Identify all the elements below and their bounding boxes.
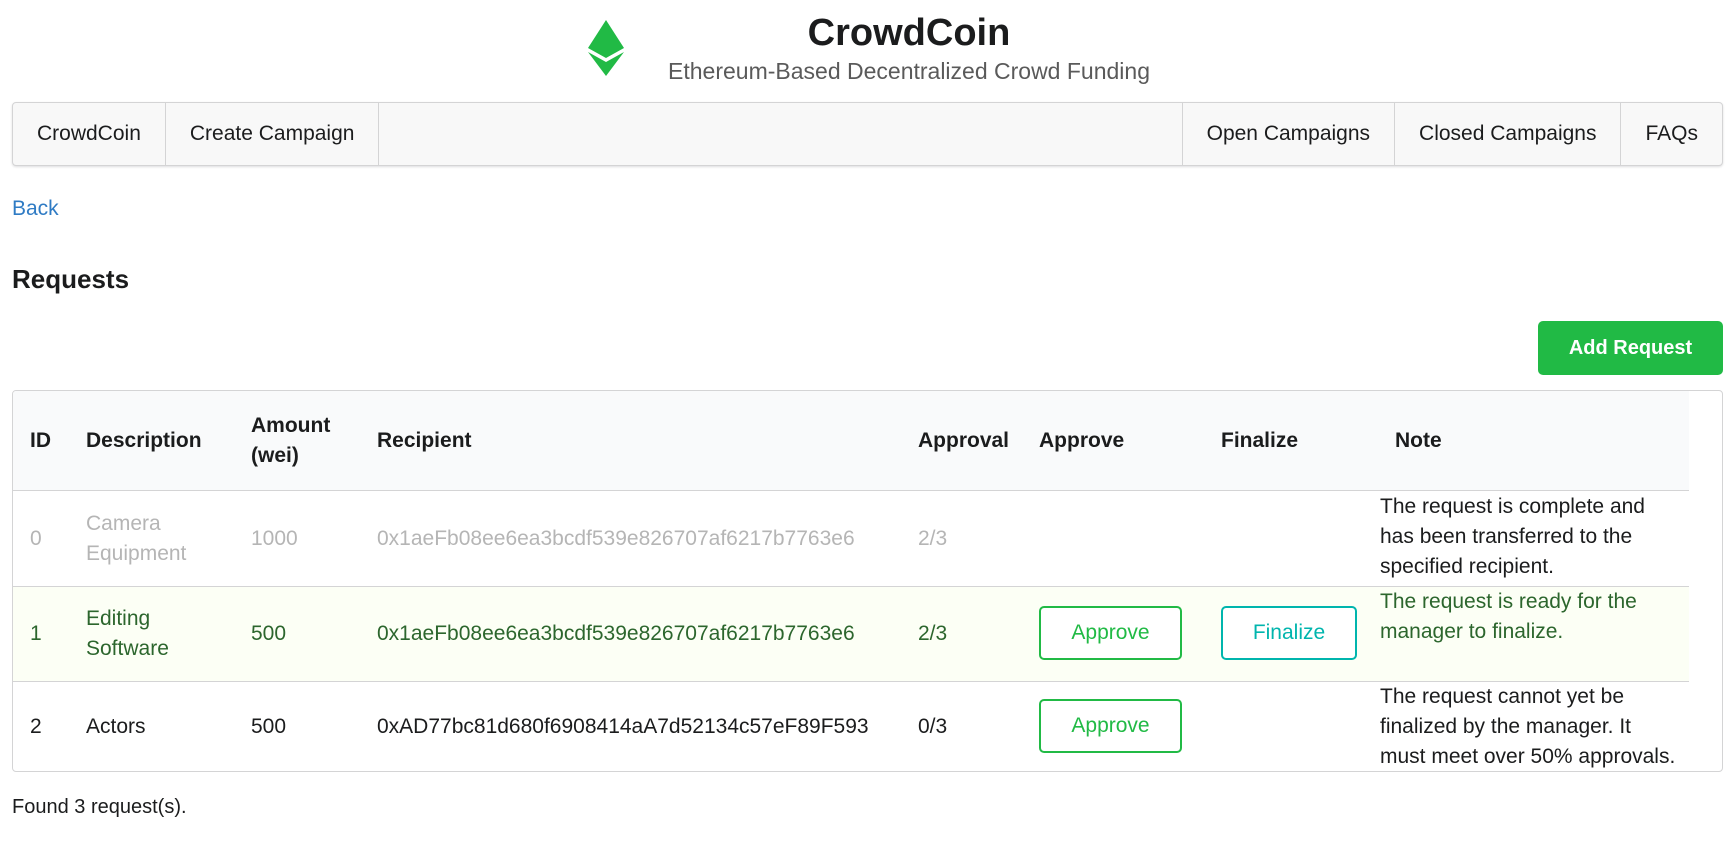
header-description: Description [86,429,202,452]
finalize-button[interactable]: Finalize [1221,606,1357,660]
page-title: Requests [12,264,130,294]
cell-id: 2 [30,715,42,738]
header-approval: Approval [918,429,1010,452]
table-header: ID Description Amount (wei) Recipient Ap… [13,391,1689,491]
table-row: 1 Editing Software 500 0x1aeFb08ee6ea3bc… [13,587,1689,682]
ethereum-logo-icon [588,20,624,76]
header-note: Note [1395,429,1442,452]
cell-description: Actors [86,715,146,738]
main-menu: CrowdCoin Create Campaign Open Campaigns… [12,102,1723,166]
header-recipient: Recipient [377,429,472,452]
cell-approval: 2/3 [918,622,948,645]
approve-button[interactable]: Approve [1039,606,1182,660]
nav-open-campaigns[interactable]: Open Campaigns [1183,103,1396,165]
nav-faqs[interactable]: FAQs [1621,103,1722,165]
brand-subtitle: Ethereum-Based Decentralized Crowd Fundi… [668,58,1150,84]
header-id: ID [30,429,51,452]
cell-amount: 1000 [251,527,298,550]
table-row: 2 Actors 500 0xAD77bc81d680f6908414aA7d5… [13,682,1689,771]
header-finalize: Finalize [1221,429,1299,452]
cell-note: The request is complete and has been tra… [1380,495,1645,578]
header-approve: Approve [1039,429,1125,452]
cell-note: The request cannot yet be finalized by t… [1380,685,1676,768]
cell-amount: 500 [251,715,287,738]
cell-description: Editing Software [86,607,169,660]
cell-id: 1 [30,622,42,645]
table-row: 0 Camera Equipment 1000 0x1aeFb08ee6ea3b… [13,492,1689,587]
cell-recipient: 0x1aeFb08ee6ea3bcdf539e826707af6217b7763… [377,527,855,550]
approve-button[interactable]: Approve [1039,699,1182,753]
results-count: Found 3 request(s). [12,796,187,818]
cell-note: The request is ready for the manager to … [1380,590,1637,643]
nav-closed-campaigns[interactable]: Closed Campaigns [1395,103,1622,165]
cell-id: 0 [30,527,42,550]
cell-recipient: 0x1aeFb08ee6ea3bcdf539e826707af6217b7763… [377,622,855,645]
cell-amount: 500 [251,622,287,645]
cell-description: Camera Equipment [86,512,187,565]
add-request-button[interactable]: Add Request [1538,321,1723,375]
nav-create-campaign[interactable]: Create Campaign [166,103,380,165]
nav-crowdcoin[interactable]: CrowdCoin [13,103,166,165]
nav-spacer [379,103,1183,165]
page-header: CrowdCoin Ethereum-Based Decentralized C… [0,0,1735,100]
back-link[interactable]: Back [12,197,59,221]
cell-approval: 0/3 [918,715,948,738]
header-amount: Amount (wei) [251,414,331,467]
brand-title: CrowdCoin [807,12,1011,54]
requests-table: ID Description Amount (wei) Recipient Ap… [12,390,1723,772]
cell-approval: 2/3 [918,527,948,550]
cell-recipient: 0xAD77bc81d680f6908414aA7d52134c57eF89F5… [377,715,869,738]
